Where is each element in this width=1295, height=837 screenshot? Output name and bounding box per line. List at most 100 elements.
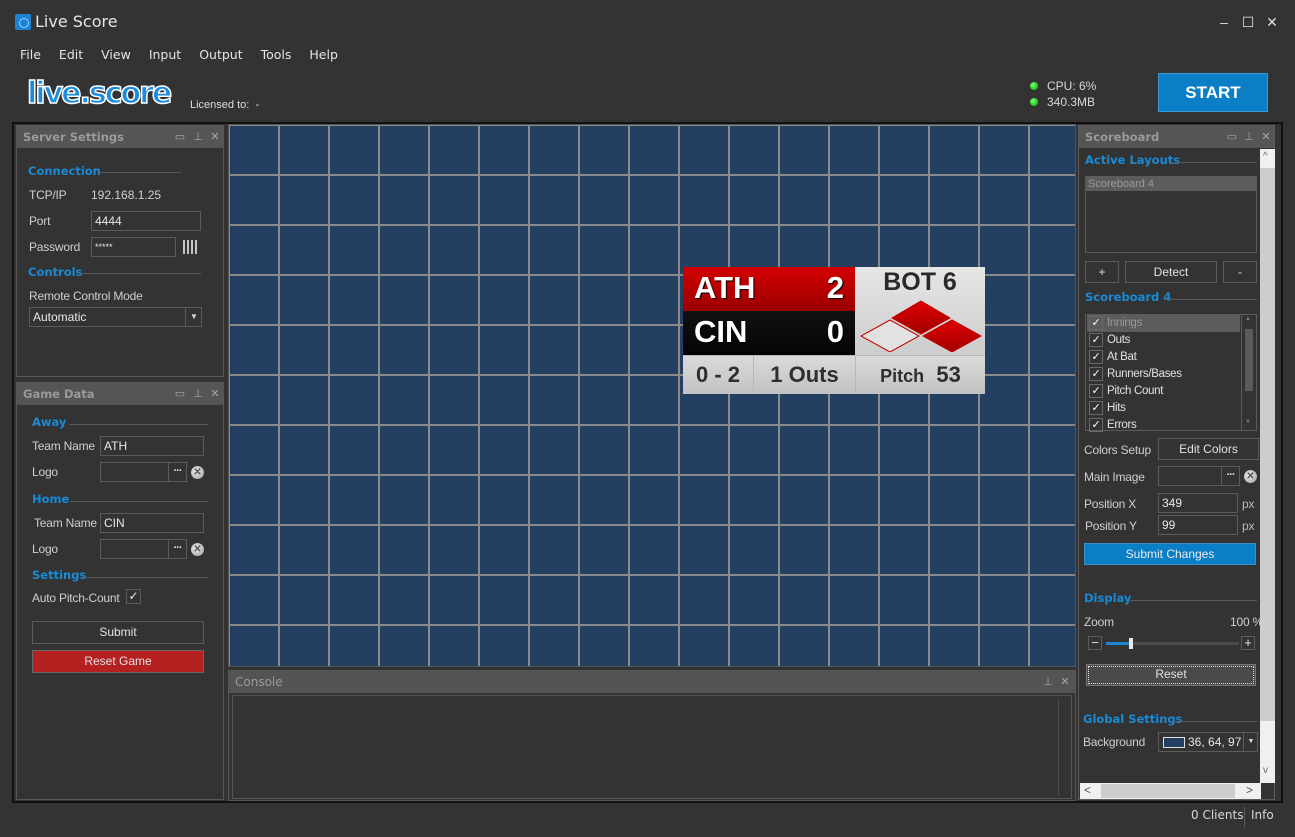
edit-colors-button[interactable]: Edit Colors [1158,438,1259,460]
tcpip-value: 192.168.1.25 [91,188,162,202]
reset-zoom-button[interactable]: Reset [1086,664,1256,686]
element-checkbox-row[interactable]: ✓ Pitch Count [1087,383,1240,400]
checkbox-icon[interactable]: ✓ [1089,384,1103,398]
menu-view[interactable]: View [101,47,137,62]
element-checkbox-row[interactable]: ✓ Hits [1087,400,1240,417]
pin-icon[interactable]: ⊥ [191,386,205,402]
close-panel-icon[interactable]: ✕ [208,386,222,402]
zoom-out-button[interactable]: − [1088,636,1102,650]
info-link[interactable]: Info [1251,808,1274,822]
away-logo-browse-button[interactable]: ··· [169,462,187,482]
main-image-clear-icon[interactable]: ✕ [1244,470,1257,483]
scrollbar-thumb[interactable] [1101,784,1235,798]
main-image-browse-button[interactable]: ··· [1222,466,1240,486]
position-x-input[interactable] [1158,493,1238,513]
start-button[interactable]: START [1158,73,1268,112]
panel-vertical-scrollbar[interactable]: ^ v [1260,149,1275,783]
menu-input[interactable]: Input [149,47,187,62]
checkbox-icon[interactable]: ✓ [1089,333,1103,347]
console-scrollbar[interactable] [1058,698,1059,796]
home-team-input[interactable] [100,513,204,533]
position-x-label: Position X [1084,497,1137,511]
remove-layout-button[interactable]: - [1223,261,1257,283]
element-checkbox-row[interactable]: ✓ Errors [1087,417,1240,434]
scroll-down-icon[interactable]: v [1263,765,1268,776]
preview-canvas[interactable] [228,124,1076,667]
panel-horizontal-scrollbar[interactable]: < > [1080,783,1261,799]
active-layouts-list[interactable]: Scoreboard 4 [1085,176,1257,253]
background-color-picker[interactable]: 36, 64, 97 ▼ [1158,732,1258,752]
inning-indicator: BOT 6 [883,268,957,296]
pitch-label: Pitch [880,366,925,386]
close-panel-icon[interactable]: ✕ [208,129,222,145]
maximize-button[interactable]: ☐ [1238,12,1258,32]
panel-title: Scoreboard [1085,130,1160,144]
away-team-input[interactable] [100,436,204,456]
checkbox-icon[interactable]: ✓ [1089,401,1103,415]
element-checkbox-row[interactable]: ✓ Runners/Bases [1087,366,1240,383]
detect-button[interactable]: Detect [1125,261,1217,283]
tcpip-label: TCP/IP [29,188,67,202]
checkbox-icon[interactable]: ✓ [1089,418,1103,432]
minimize-icon: ‒ [1220,14,1228,30]
float-icon[interactable]: ▭ [173,129,187,145]
password-input[interactable] [91,237,176,257]
submit-changes-button[interactable]: Submit Changes [1084,543,1256,565]
menu-file[interactable]: File [20,47,47,62]
away-logo-input[interactable] [100,462,169,482]
close-panel-icon[interactable]: ✕ [1058,674,1072,690]
minimize-button[interactable]: ‒ [1214,12,1234,32]
checklist-scrollbar[interactable]: ▲ ▼ [1241,315,1256,430]
position-y-input[interactable] [1158,515,1238,535]
pin-icon[interactable]: ⊥ [1242,129,1256,145]
remote-mode-select[interactable]: Automatic ▼ [29,307,202,327]
port-input[interactable] [91,211,201,231]
scroll-left-icon[interactable]: < [1084,783,1091,797]
float-icon[interactable]: ▭ [173,386,187,402]
home-logo-browse-button[interactable]: ··· [169,539,187,559]
checkbox-icon[interactable]: ✓ [1089,350,1103,364]
elements-checklist[interactable]: ✓ Innings ✓ Outs ✓ At Bat ✓ Runners/Bases ✓ Pitch… [1085,314,1257,434]
scroll-right-icon[interactable]: > [1246,783,1253,797]
scrollbar-thumb[interactable] [1260,168,1275,721]
float-icon[interactable]: ▭ [1225,129,1239,145]
menu-tools[interactable]: Tools [261,47,298,62]
reset-game-button[interactable]: Reset Game [32,650,204,673]
qr-code-icon[interactable] [183,240,197,254]
add-layout-button[interactable]: + [1085,261,1119,283]
pin-icon[interactable]: ⊥ [191,129,205,145]
element-checkbox-row[interactable]: ✓ At Bat [1087,349,1240,366]
console-output[interactable] [232,695,1072,799]
element-checkbox-row[interactable]: ✓ Innings [1087,315,1240,332]
checkbox-icon[interactable]: ✓ [1089,316,1103,330]
menu-output[interactable]: Output [199,47,248,62]
close-panel-icon[interactable]: ✕ [1259,129,1273,145]
element-label: At Bat [1107,351,1137,363]
home-logo-input[interactable] [100,539,169,559]
panel-title: Game Data [23,387,95,401]
scroll-up-icon[interactable]: ▲ [1245,316,1251,322]
background-label: Background [1083,735,1146,749]
menu-edit[interactable]: Edit [59,47,89,62]
scrollbar-thumb[interactable] [1245,329,1253,391]
display-heading: Display [1084,591,1132,605]
away-logo-clear-icon[interactable]: ✕ [191,466,204,479]
element-checkbox-row[interactable]: ✓ Outs [1087,332,1240,349]
layout-item[interactable]: Scoreboard 4 [1086,177,1256,191]
zoom-slider-thumb[interactable] [1129,638,1133,649]
scroll-up-icon[interactable]: ^ [1263,151,1268,162]
menu-help[interactable]: Help [309,47,344,62]
close-button[interactable]: ✕ [1262,12,1282,32]
scroll-down-icon[interactable]: ▼ [1245,419,1251,425]
submit-button[interactable]: Submit [32,621,204,644]
zoom-in-button[interactable]: + [1241,636,1255,650]
home-logo-clear-icon[interactable]: ✕ [191,543,204,556]
main-image-input[interactable] [1158,466,1222,486]
pin-icon[interactable]: ⊥ [1041,674,1055,690]
settings-heading: Settings [32,568,87,582]
cpu-status-icon [1030,82,1038,90]
auto-pitch-checkbox[interactable]: ✓ [126,589,141,604]
checkbox-icon[interactable]: ✓ [1089,367,1103,381]
pitch-count: Pitch 53 [856,356,985,394]
scoreboard-graphic[interactable]: ATH 2 CIN 0 BOT 6 0 - 2 1 Outs Pitch 53 [683,267,985,394]
